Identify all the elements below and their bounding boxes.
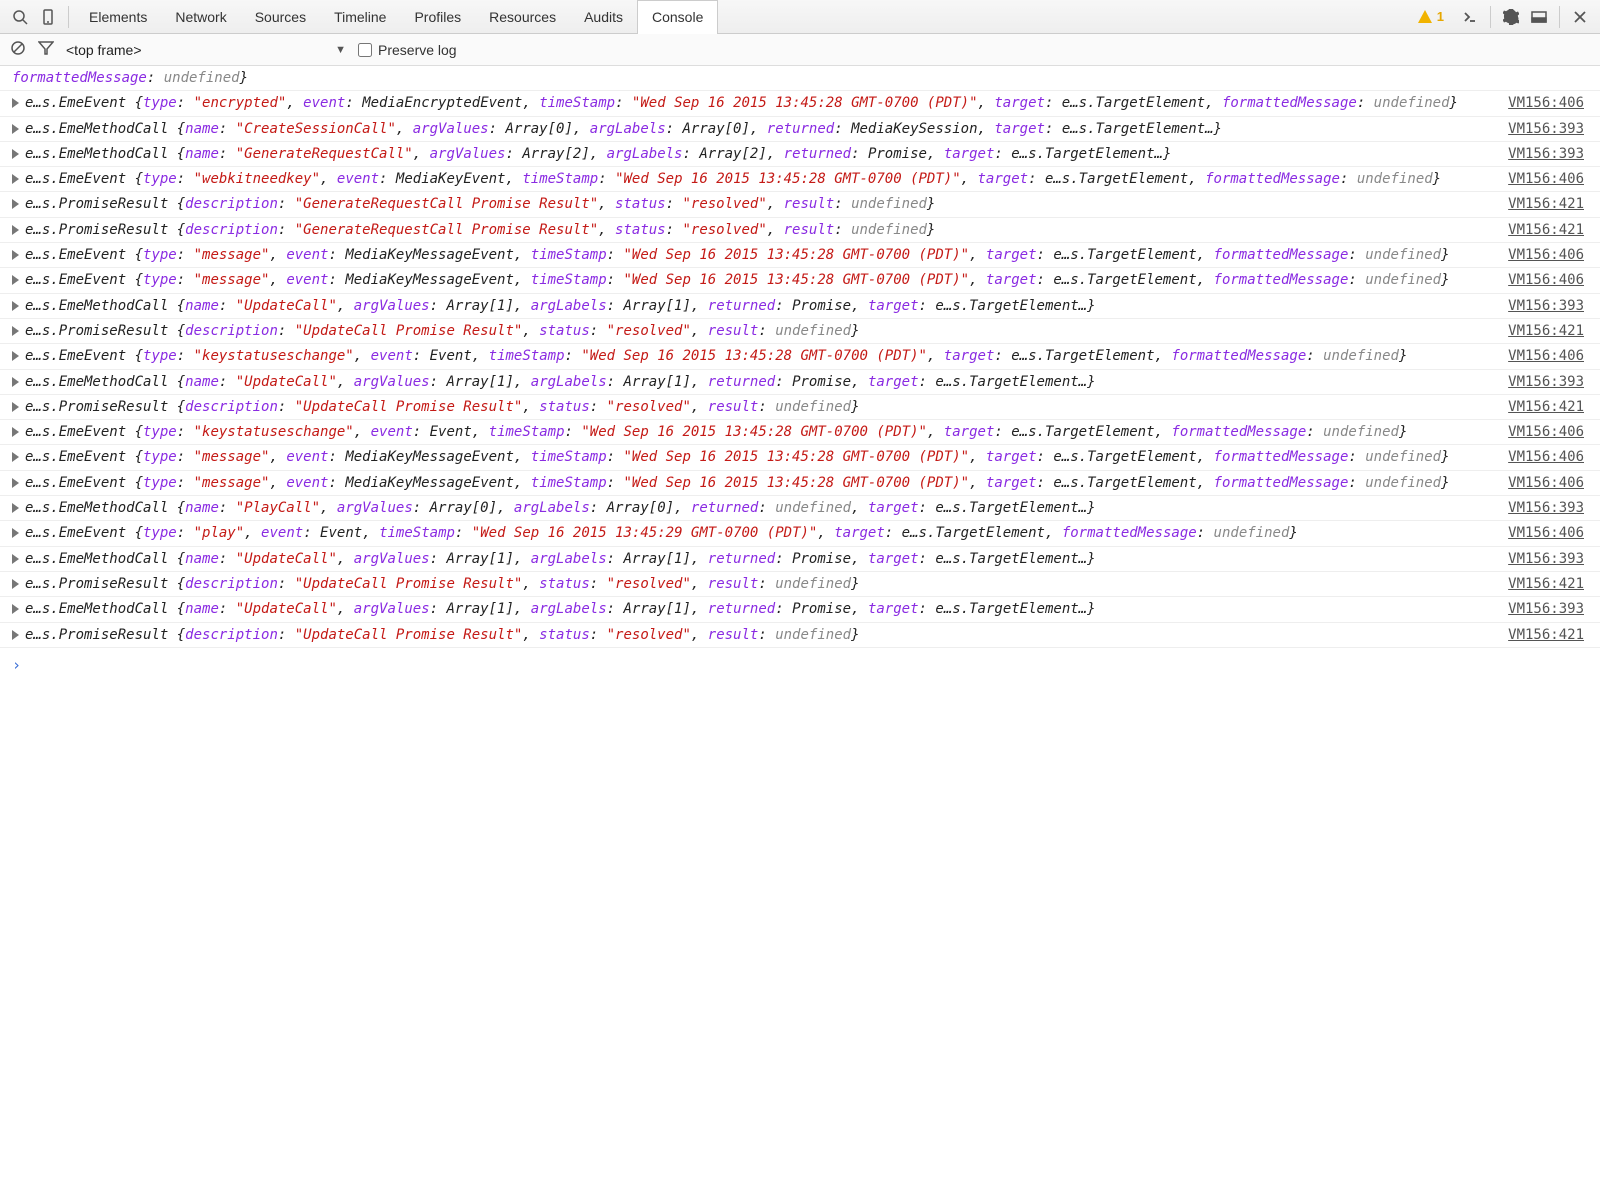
warning-count: 1 xyxy=(1437,9,1444,24)
source-link[interactable]: VM156:393 xyxy=(1508,296,1584,316)
console-toolbar: <top frame> ▼ Preserve log xyxy=(0,34,1600,66)
source-link[interactable]: VM156:406 xyxy=(1508,447,1584,467)
console-prompt-icon[interactable] xyxy=(1456,3,1484,31)
source-link[interactable]: VM156:393 xyxy=(1508,372,1584,392)
preserve-log-label: Preserve log xyxy=(378,42,457,58)
chevron-down-icon: ▼ xyxy=(335,44,346,56)
preserve-log-checkbox[interactable]: Preserve log xyxy=(358,42,457,58)
source-link[interactable]: VM156:393 xyxy=(1508,498,1584,518)
preserve-log-input[interactable] xyxy=(358,43,372,57)
tab-resources[interactable]: Resources xyxy=(475,0,570,34)
console-row[interactable]: e…s.EmeEvent {type: "message", event: Me… xyxy=(0,471,1600,496)
device-mode-icon[interactable] xyxy=(34,3,62,31)
console-messages: formattedMessage: undefined}e…s.EmeEvent… xyxy=(0,66,1600,652)
console-row[interactable]: e…s.EmeEvent {type: "message", event: Me… xyxy=(0,268,1600,293)
console-row[interactable]: e…s.EmeMethodCall {name: "PlayCall", arg… xyxy=(0,496,1600,521)
source-link[interactable]: VM156:421 xyxy=(1508,194,1584,214)
console-row[interactable]: e…s.PromiseResult {description: "Generat… xyxy=(0,192,1600,217)
console-row[interactable]: e…s.EmeEvent {type: "keystatuseschange",… xyxy=(0,420,1600,445)
separator xyxy=(1490,6,1491,28)
source-link[interactable]: VM156:421 xyxy=(1508,397,1584,417)
console-row[interactable]: e…s.EmeEvent {type: "webkitneedkey", eve… xyxy=(0,167,1600,192)
separator xyxy=(68,6,69,28)
console-row[interactable]: e…s.PromiseResult {description: "Generat… xyxy=(0,218,1600,243)
console-row[interactable]: e…s.EmeMethodCall {name: "UpdateCall", a… xyxy=(0,294,1600,319)
source-link[interactable]: VM156:421 xyxy=(1508,321,1584,341)
console-row[interactable]: formattedMessage: undefined} xyxy=(0,66,1600,91)
close-icon[interactable] xyxy=(1566,3,1594,31)
console-row[interactable]: e…s.EmeMethodCall {name: "UpdateCall", a… xyxy=(0,597,1600,622)
console-prompt[interactable]: › xyxy=(0,652,1600,678)
source-link[interactable]: VM156:406 xyxy=(1508,523,1584,543)
source-link[interactable]: VM156:406 xyxy=(1508,473,1584,493)
console-row[interactable]: e…s.EmeMethodCall {name: "CreateSessionC… xyxy=(0,117,1600,142)
source-link[interactable]: VM156:393 xyxy=(1508,549,1584,569)
source-link[interactable]: VM156:393 xyxy=(1508,119,1584,139)
tab-profiles[interactable]: Profiles xyxy=(400,0,475,34)
console-row[interactable]: e…s.EmeEvent {type: "message", event: Me… xyxy=(0,445,1600,470)
warning-badge[interactable]: 1 xyxy=(1417,9,1444,25)
source-link[interactable]: VM156:406 xyxy=(1508,422,1584,442)
source-link[interactable]: VM156:421 xyxy=(1508,220,1584,240)
devtools-tab-bar: ElementsNetworkSourcesTimelineProfilesRe… xyxy=(0,0,1600,34)
source-link[interactable]: VM156:406 xyxy=(1508,270,1584,290)
console-row[interactable]: e…s.EmeMethodCall {name: "GenerateReques… xyxy=(0,142,1600,167)
console-row[interactable]: e…s.PromiseResult {description: "UpdateC… xyxy=(0,572,1600,597)
frame-label: <top frame> xyxy=(66,42,335,58)
source-link[interactable]: VM156:421 xyxy=(1508,574,1584,594)
console-row[interactable]: e…s.PromiseResult {description: "UpdateC… xyxy=(0,623,1600,648)
console-row[interactable]: e…s.EmeEvent {type: "message", event: Me… xyxy=(0,243,1600,268)
dock-icon[interactable] xyxy=(1525,3,1553,31)
tab-timeline[interactable]: Timeline xyxy=(320,0,400,34)
source-link[interactable]: VM156:393 xyxy=(1508,144,1584,164)
source-link[interactable]: VM156:406 xyxy=(1508,346,1584,366)
source-link[interactable]: VM156:406 xyxy=(1508,245,1584,265)
execution-context-select[interactable]: <top frame> ▼ xyxy=(66,42,346,58)
tab-console[interactable]: Console xyxy=(637,0,718,34)
source-link[interactable]: VM156:406 xyxy=(1508,169,1584,189)
source-link[interactable]: VM156:421 xyxy=(1508,625,1584,645)
search-icon[interactable] xyxy=(6,3,34,31)
clear-console-icon[interactable] xyxy=(10,40,26,59)
source-link[interactable]: VM156:406 xyxy=(1508,93,1584,113)
console-row[interactable]: e…s.PromiseResult {description: "UpdateC… xyxy=(0,395,1600,420)
separator xyxy=(1559,6,1560,28)
gear-icon[interactable] xyxy=(1497,3,1525,31)
filter-icon[interactable] xyxy=(38,40,54,59)
tab-elements[interactable]: Elements xyxy=(75,0,161,34)
tab-sources[interactable]: Sources xyxy=(241,0,320,34)
console-row[interactable]: e…s.EmeMethodCall {name: "UpdateCall", a… xyxy=(0,547,1600,572)
console-row[interactable]: e…s.PromiseResult {description: "UpdateC… xyxy=(0,319,1600,344)
console-row[interactable]: e…s.EmeMethodCall {name: "UpdateCall", a… xyxy=(0,370,1600,395)
source-link[interactable]: VM156:393 xyxy=(1508,599,1584,619)
console-row[interactable]: e…s.EmeEvent {type: "encrypted", event: … xyxy=(0,91,1600,116)
console-row[interactable]: e…s.EmeEvent {type: "keystatuseschange",… xyxy=(0,344,1600,369)
tab-network[interactable]: Network xyxy=(161,0,240,34)
tab-audits[interactable]: Audits xyxy=(570,0,637,34)
console-row[interactable]: e…s.EmeEvent {type: "play", event: Event… xyxy=(0,521,1600,546)
